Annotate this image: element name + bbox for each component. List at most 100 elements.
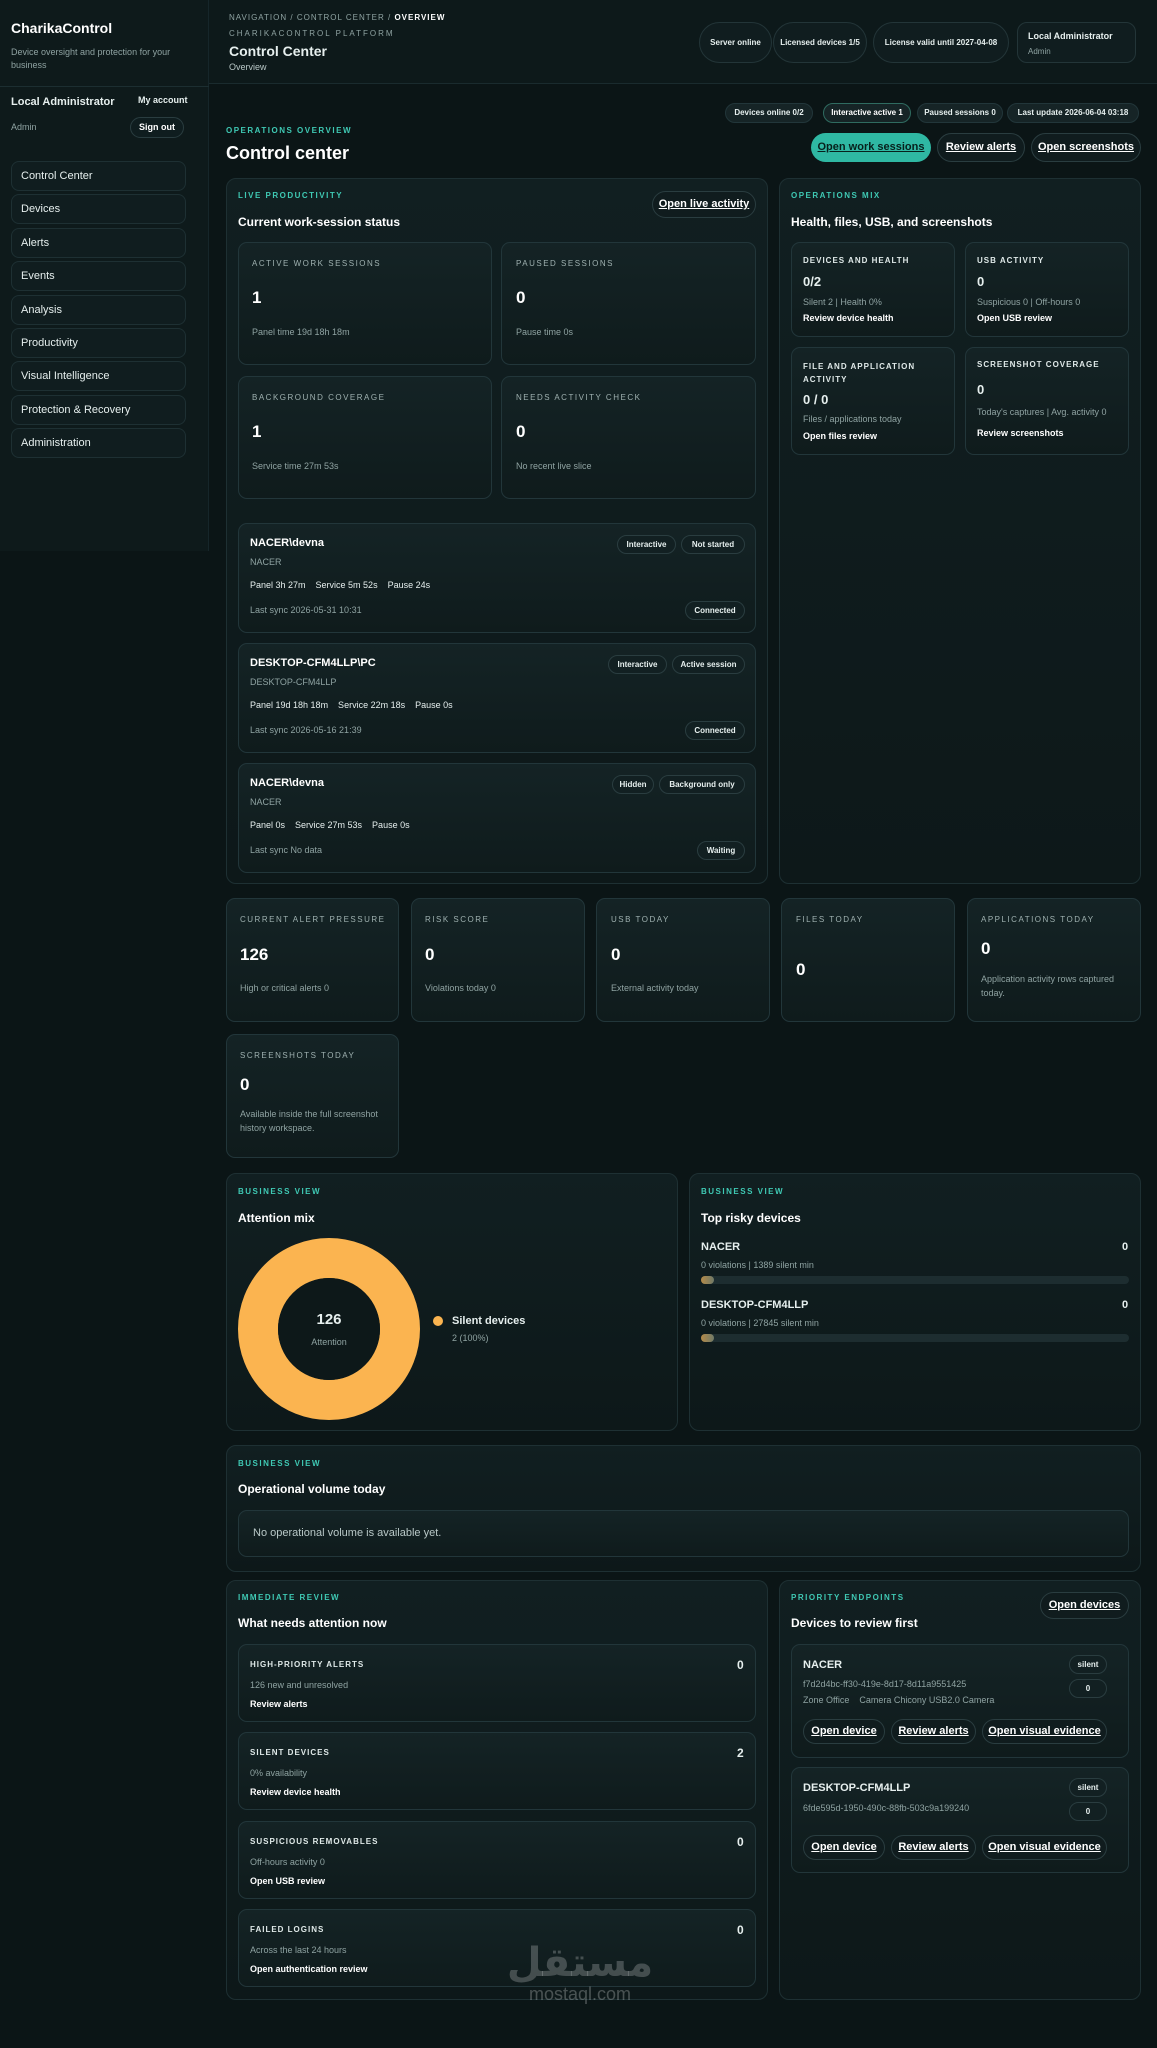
sidebar-item-alerts[interactable]: Alerts bbox=[11, 228, 186, 258]
review-item-link[interactable]: Open authentication review bbox=[250, 1964, 368, 1974]
session-host: DESKTOP-CFM4LLP bbox=[250, 677, 337, 687]
metric-value: 0 bbox=[796, 960, 806, 979]
endpoint-id: 6fde595d-1950-490c-88fb-503c9a199240 bbox=[803, 1803, 970, 1813]
review-alerts-button[interactable]: Review alerts bbox=[891, 1719, 976, 1744]
review-item-note: Off-hours activity 0 bbox=[250, 1857, 325, 1867]
metric-value: 0 bbox=[981, 939, 991, 958]
card-value: 1 bbox=[252, 422, 262, 441]
metric-value: 126 bbox=[240, 945, 269, 964]
open-device-button[interactable]: Open device bbox=[803, 1835, 885, 1860]
review-alerts-button[interactable]: Review alerts bbox=[937, 133, 1025, 162]
open-usb-review-link[interactable]: Open USB review bbox=[977, 313, 1052, 323]
attention-title: Attention mix bbox=[238, 1211, 315, 1225]
risky-device-name[interactable]: DESKTOP-CFM4LLP bbox=[701, 1299, 808, 1311]
review-title: What needs attention now bbox=[238, 1616, 387, 1630]
open-files-review-link[interactable]: Open files review bbox=[803, 431, 877, 441]
volume-kicker: BUSINESS VIEW bbox=[238, 1459, 322, 1468]
review-item-link[interactable]: Open USB review bbox=[250, 1876, 325, 1886]
review-item[interactable] bbox=[238, 1732, 756, 1810]
metric-label: CURRENT ALERT PRESSURE bbox=[240, 915, 386, 924]
card-note: Pause time 0s bbox=[516, 327, 574, 337]
card-value: 0 / 0 bbox=[803, 392, 829, 407]
sign-out-button[interactable]: Sign out bbox=[130, 117, 184, 138]
metric-label: FILES TODAY bbox=[796, 915, 864, 924]
open-visual-evidence-button[interactable]: Open visual evidence bbox=[982, 1719, 1107, 1744]
sidebar-item-control-center[interactable]: Control Center bbox=[11, 161, 186, 191]
open-live-activity-button[interactable]: Open live activity bbox=[652, 191, 756, 218]
session-state-tag: Background only bbox=[659, 775, 745, 794]
card-note: No recent live slice bbox=[516, 461, 592, 471]
review-item-count: 2 bbox=[737, 1746, 744, 1760]
brand-name: CharikaControl bbox=[11, 20, 113, 36]
session-mode-tag: Interactive bbox=[608, 655, 667, 674]
watermark-logo: مستقل bbox=[506, 1941, 654, 1985]
sidebar-divider bbox=[0, 86, 209, 87]
sidebar-item-administration[interactable]: Administration bbox=[11, 428, 186, 458]
my-account-link[interactable]: My account bbox=[138, 95, 188, 105]
admin-role: Admin bbox=[1028, 47, 1051, 56]
card-value: 1 bbox=[252, 288, 262, 307]
session-sync: Last sync 2026-05-16 21:39 bbox=[250, 725, 362, 735]
open-screenshots-button[interactable]: Open screenshots bbox=[1031, 133, 1141, 162]
session-name: NACER\devna bbox=[250, 537, 324, 549]
card-note: Panel time 19d 18h 18m bbox=[252, 327, 350, 337]
review-device-health-link[interactable]: Review device health bbox=[803, 313, 894, 323]
review-alerts-button[interactable]: Review alerts bbox=[891, 1835, 976, 1860]
sidebar-item-protection-recovery[interactable]: Protection & Recovery bbox=[11, 395, 186, 425]
review-item-link[interactable]: Review alerts bbox=[250, 1699, 308, 1709]
sidebar-item-analysis[interactable]: Analysis bbox=[11, 295, 186, 325]
sidebar-item-visual-intelligence[interactable]: Visual Intelligence bbox=[11, 361, 186, 391]
attention-donut-chart bbox=[238, 1238, 420, 1420]
watermark-url: mostaql.com bbox=[528, 1984, 632, 2004]
session-times: Panel 19d 18h 18m Service 22m 18s Pause … bbox=[250, 700, 453, 710]
card-label: DEVICES AND HEALTH bbox=[803, 256, 910, 265]
open-visual-evidence-button[interactable]: Open visual evidence bbox=[982, 1835, 1107, 1860]
open-work-sessions-button[interactable]: Open work sessions bbox=[811, 133, 931, 162]
endpoint-status-badge: silent bbox=[1069, 1778, 1107, 1797]
ops-title: Health, files, USB, and screenshots bbox=[791, 215, 993, 229]
crumb-navigation[interactable]: NAVIGATION bbox=[229, 13, 287, 22]
risk-bar-track bbox=[701, 1334, 1129, 1342]
card-note: Today's captures | Avg. activity 0 bbox=[977, 407, 1107, 417]
metric-label: USB TODAY bbox=[611, 915, 670, 924]
sidebar-item-events[interactable]: Events bbox=[11, 261, 186, 291]
card-label: USB ACTIVITY bbox=[977, 256, 1045, 265]
session-connection-tag: Waiting bbox=[697, 841, 745, 860]
open-device-button[interactable]: Open device bbox=[803, 1719, 885, 1744]
metric-note: High or critical alerts 0 bbox=[240, 983, 330, 993]
paused-sessions-chip: Paused sessions 0 bbox=[917, 103, 1003, 123]
review-screenshots-link[interactable]: Review screenshots bbox=[977, 428, 1064, 438]
sidebar-item-devices[interactable]: Devices bbox=[11, 194, 186, 224]
review-item-note: Across the last 24 hours bbox=[250, 1945, 347, 1955]
card-value: 0 bbox=[516, 422, 526, 441]
session-mode-tag: Interactive bbox=[617, 535, 676, 554]
topbar-subtitle: Overview bbox=[229, 62, 267, 72]
session-mode-tag: Hidden bbox=[612, 775, 654, 794]
volume-title: Operational volume today bbox=[238, 1482, 386, 1496]
admin-profile[interactable]: Local Administrator Admin bbox=[1017, 22, 1136, 63]
open-devices-button[interactable]: Open devices bbox=[1040, 1592, 1129, 1619]
crumb-control-center[interactable]: CONTROL CENTER bbox=[297, 13, 385, 22]
card-label: ACTIVE WORK SESSIONS bbox=[252, 259, 382, 268]
session-times: Panel 0s Service 27m 53s Pause 0s bbox=[250, 820, 410, 830]
review-kicker: IMMEDIATE REVIEW bbox=[238, 1593, 341, 1602]
live-title: Current work-session status bbox=[238, 215, 401, 229]
metric-note: Application activity rows captured today… bbox=[981, 974, 1115, 998]
review-item-link[interactable]: Review device health bbox=[250, 1787, 341, 1797]
platform-label: CHARIKACONTROL PLATFORM bbox=[229, 29, 395, 38]
risk-bar-fill bbox=[701, 1276, 714, 1284]
sidebar-user-name: Local Administrator bbox=[11, 96, 115, 108]
metric-label: APPLICATIONS TODAY bbox=[981, 915, 1095, 924]
donut-center-label: Attention bbox=[311, 1337, 347, 1347]
risky-device-name[interactable]: NACER bbox=[701, 1241, 740, 1253]
risk-bar-fill bbox=[701, 1334, 714, 1342]
risky-device-detail: 0 violations | 27845 silent min bbox=[701, 1318, 819, 1328]
sidebar-item-productivity[interactable]: Productivity bbox=[11, 328, 186, 358]
card-value: 0 bbox=[977, 382, 985, 397]
metric-value: 0 bbox=[425, 945, 435, 964]
session-connection-tag: Connected bbox=[685, 721, 745, 740]
card-label: PAUSED SESSIONS bbox=[516, 259, 614, 268]
metric-note: Violations today 0 bbox=[425, 983, 496, 993]
brand-tagline: Device oversight and protection for your… bbox=[11, 47, 171, 70]
endpoint-id: f7d2d4bc-ff30-419e-8d17-8d11a9551425 bbox=[803, 1679, 967, 1689]
